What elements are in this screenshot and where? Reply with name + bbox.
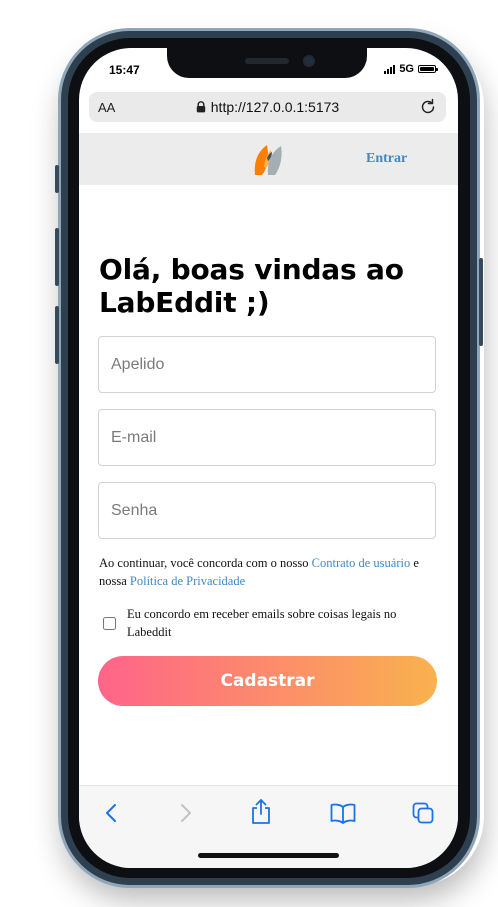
login-link[interactable]: Entrar — [366, 151, 407, 167]
terms-notice: Ao continuar, você concorda com o nosso … — [99, 554, 429, 590]
share-icon[interactable] — [249, 797, 273, 825]
network-type: 5G — [399, 63, 414, 75]
reload-icon[interactable] — [418, 97, 438, 117]
signup-button[interactable]: Cadastrar — [98, 656, 437, 706]
camera-icon — [303, 55, 315, 67]
email-input[interactable] — [98, 409, 436, 466]
url-text: http://127.0.0.1:5173 — [210, 99, 340, 115]
bookmarks-icon[interactable] — [329, 801, 357, 825]
phone-volume-down-button — [55, 306, 59, 364]
labeddit-logo-icon — [254, 145, 282, 175]
forward-icon[interactable] — [175, 801, 195, 825]
signal-icon — [384, 64, 396, 74]
phone-notch — [167, 48, 367, 78]
url-display[interactable]: http://127.0.0.1:5173 — [89, 99, 446, 115]
phone-screen: 15:47 5G AA http://127.0.0.1:5173 Entrar… — [79, 48, 458, 868]
newsletter-checkbox[interactable] — [103, 617, 116, 630]
password-input[interactable] — [98, 482, 436, 539]
tabs-icon[interactable] — [411, 801, 435, 825]
phone-power-button — [479, 258, 483, 346]
speaker-grille — [245, 58, 289, 64]
newsletter-label: Eu concordo em receber emails sobre cois… — [127, 607, 397, 639]
user-agreement-link[interactable]: Contrato de usuário — [312, 556, 411, 570]
app-header: Entrar — [79, 133, 458, 185]
phone-volume-up-button — [55, 228, 59, 286]
page-title: Olá, boas vindas ao LabEddit ;) — [99, 253, 404, 319]
privacy-policy-link[interactable]: Política de Privacidade — [130, 574, 245, 588]
back-icon[interactable] — [102, 801, 122, 825]
address-bar[interactable]: AA http://127.0.0.1:5173 — [89, 92, 446, 122]
phone-action-button — [55, 165, 59, 193]
status-time: 15:47 — [109, 63, 140, 77]
home-indicator — [198, 853, 339, 858]
battery-icon — [418, 65, 438, 73]
status-indicators: 5G — [384, 63, 438, 75]
browser-toolbar — [79, 785, 458, 868]
terms-prefix: Ao continuar, você concorda com o nosso — [99, 556, 312, 570]
lock-icon — [196, 101, 205, 113]
nickname-input[interactable] — [98, 336, 436, 393]
